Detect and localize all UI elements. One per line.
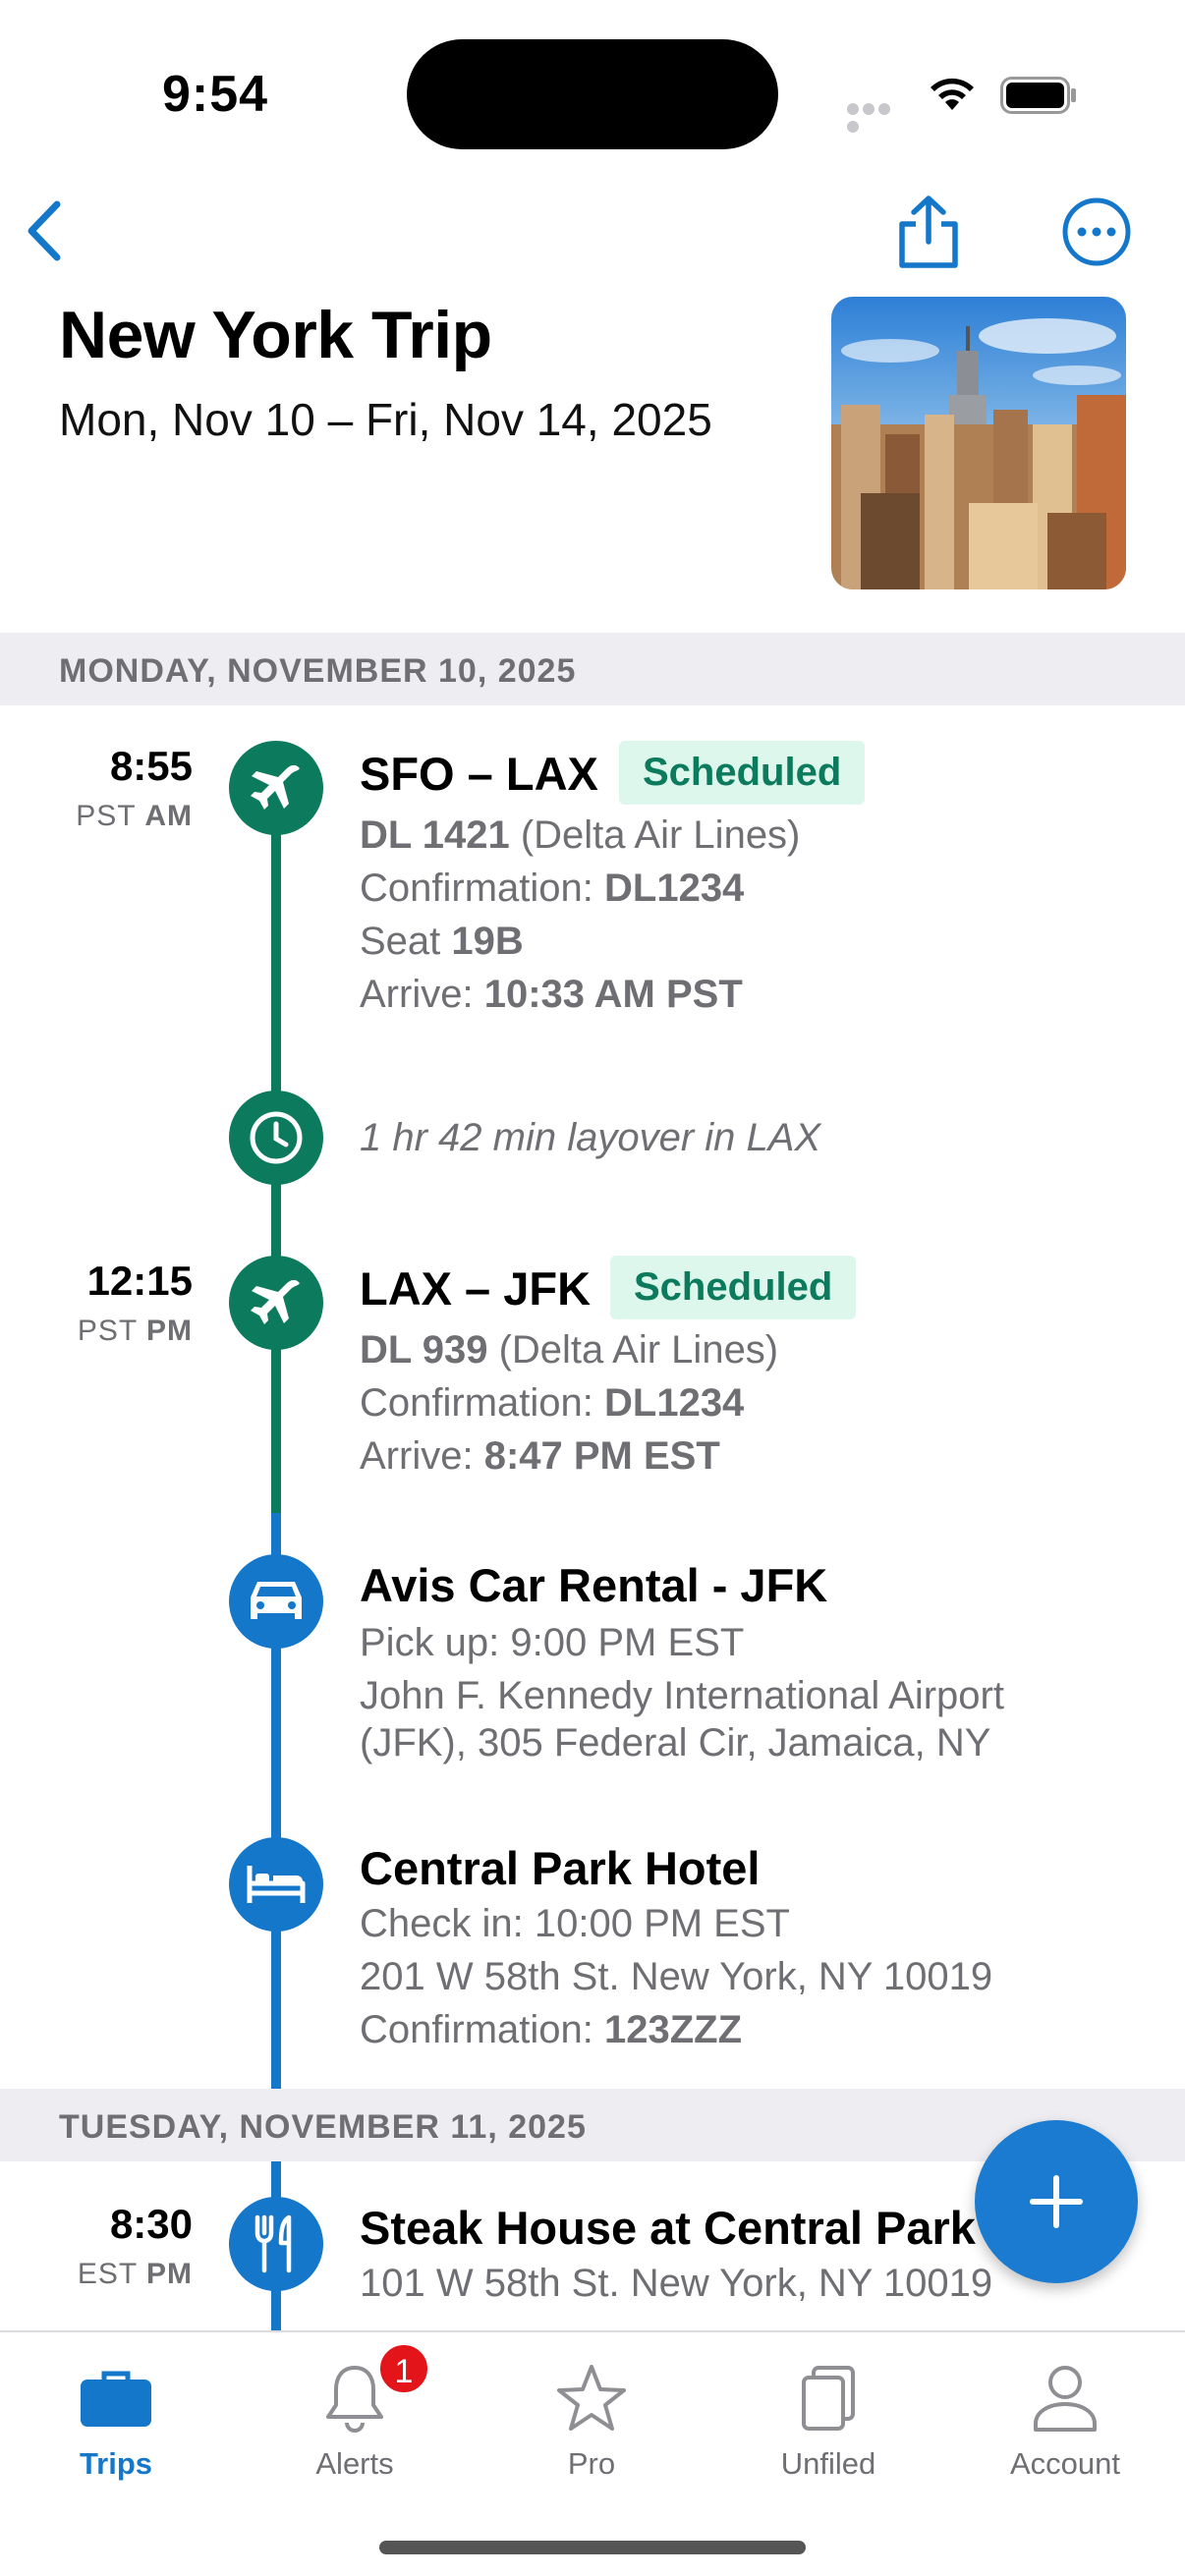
flight-arrival: Arrive: 10:33 AM PST — [360, 973, 743, 1016]
hotel-title[interactable]: Central Park Hotel — [360, 1841, 760, 1895]
trip-title: New York Trip — [59, 298, 492, 372]
tab-unfiled[interactable]: Unfiled — [730, 2354, 927, 2482]
more-options-icon[interactable] — [1061, 196, 1132, 267]
flight-arrival: Arrive: 8:47 PM EST — [360, 1434, 720, 1478]
layover-marker — [229, 1091, 323, 1185]
car-pickup: Pick up: 9:00 PM EST — [360, 1621, 745, 1664]
flight-route[interactable]: SFO – LAX — [360, 747, 598, 801]
tab-label: Trips — [79, 2446, 153, 2481]
car-rental-title[interactable]: Avis Car Rental - JFK — [360, 1558, 827, 1612]
dynamic-island — [407, 39, 778, 149]
home-indicator[interactable] — [379, 2541, 806, 2554]
event-timezone: PST PM — [77, 1315, 193, 1347]
flight-route[interactable]: LAX – JFK — [360, 1261, 591, 1316]
status-badge: Scheduled — [619, 741, 866, 805]
flight-confirmation: Confirmation: DL1234 — [360, 1381, 745, 1425]
day-header: MONDAY, NOVEMBER 10, 2025 — [0, 633, 1185, 705]
car-address-line2: (JFK), 305 Federal Cir, Jamaica, NY — [360, 1721, 991, 1764]
tab-label: Alerts — [315, 2446, 394, 2481]
flight-seat: Seat 19B — [360, 920, 524, 963]
tab-bar: Trips Alerts Pro Unfiled Account — [0, 2330, 1185, 2576]
signal-icon — [847, 102, 908, 133]
event-timezone: EST PM — [77, 2258, 193, 2290]
documents-icon — [802, 2366, 855, 2431]
event-timezone: PST AM — [76, 800, 193, 832]
restaurant-address: 101 W 58th St. New York, NY 10019 — [360, 2262, 993, 2305]
airplane-icon — [251, 764, 300, 810]
layover-text: 1 hr 42 min layover in LAX — [360, 1116, 821, 1159]
tab-trips[interactable]: Trips — [18, 2354, 214, 2482]
event-time: 12:15 — [86, 1258, 193, 1304]
plus-icon — [1030, 2175, 1083, 2228]
day-header-label: MONDAY, NOVEMBER 10, 2025 — [59, 652, 577, 690]
bed-icon — [247, 1866, 306, 1903]
star-icon — [557, 2365, 626, 2431]
fork-knife-icon — [254, 2214, 292, 2273]
event-time: 8:55 — [109, 743, 193, 789]
car-address-line1: John F. Kennedy International Airport — [360, 1674, 1004, 1717]
person-icon — [1034, 2366, 1097, 2432]
tab-label: Unfiled — [780, 2446, 876, 2481]
add-plan-button[interactable] — [975, 2120, 1138, 2283]
flight-event-marker — [229, 1256, 323, 1350]
tab-label: Account — [1009, 2446, 1120, 2481]
status-badge: Scheduled — [610, 1256, 857, 1319]
status-time: 9:54 — [162, 66, 269, 123]
flight-event-marker — [229, 741, 323, 835]
tab-account[interactable]: Account — [967, 2354, 1163, 2482]
tab-label: Pro — [567, 2446, 616, 2481]
briefcase-icon — [81, 2371, 151, 2427]
alerts-badge: 1 — [377, 2342, 430, 2395]
hotel-checkin: Check in: 10:00 PM EST — [360, 1902, 790, 1945]
airplane-icon — [251, 1279, 300, 1324]
hotel-event-marker — [229, 1837, 323, 1932]
event-time: 8:30 — [109, 2201, 193, 2247]
hotel-confirmation: Confirmation: 123ZZZ — [360, 2008, 743, 2051]
clock-icon — [250, 1111, 303, 1164]
hotel-address: 201 W 58th St. New York, NY 10019 — [360, 1955, 993, 1998]
battery-icon — [1000, 77, 1076, 114]
trip-cover-image[interactable] — [831, 297, 1126, 589]
car-icon — [251, 1582, 302, 1619]
share-icon[interactable] — [892, 193, 965, 271]
tab-pro[interactable]: Pro — [493, 2354, 690, 2482]
restaurant-event-marker — [229, 2197, 323, 2291]
wifi-icon — [931, 78, 974, 110]
flight-confirmation: Confirmation: DL1234 — [360, 867, 745, 910]
car-event-marker — [229, 1554, 323, 1649]
flight-number: DL 939 (Delta Air Lines) — [360, 1328, 779, 1372]
back-chevron-icon[interactable] — [20, 195, 69, 267]
flight-number: DL 1421 (Delta Air Lines) — [360, 813, 801, 857]
day-header-label: TUESDAY, NOVEMBER 11, 2025 — [59, 2108, 587, 2146]
trip-dates: Mon, Nov 10 – Fri, Nov 14, 2025 — [59, 394, 712, 445]
restaurant-title[interactable]: Steak House at Central Park — [360, 2201, 976, 2255]
